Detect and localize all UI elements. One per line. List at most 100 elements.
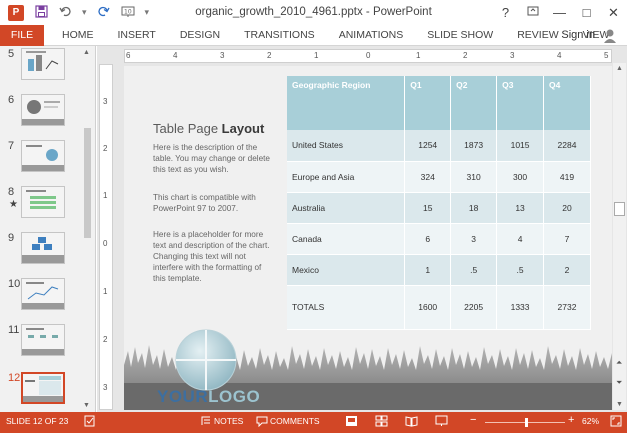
minimize-button[interactable]: — — [546, 5, 573, 20]
table-cell[interactable]: 4 — [496, 223, 545, 255]
ruler-label: 4 — [557, 51, 562, 60]
zoom-slider-handle[interactable] — [525, 418, 528, 427]
table-cell[interactable]: 6 — [404, 223, 452, 255]
table-cell[interactable]: 300 — [496, 161, 545, 193]
thumbnail-slide-6[interactable]: 6 — [0, 94, 80, 128]
table-cell[interactable]: 324 — [404, 161, 452, 193]
slide-canvas[interactable]: Table Page Layout Here is the descriptio… — [124, 66, 612, 410]
scrollbar-thumb[interactable] — [614, 202, 625, 216]
zoom-out-button[interactable]: − — [470, 414, 476, 426]
table-cell[interactable]: .5 — [496, 254, 545, 286]
table-cell[interactable]: 1 — [404, 254, 452, 286]
table-cell[interactable]: 2732 — [543, 285, 591, 330]
tab-home[interactable]: HOME — [50, 25, 106, 46]
table-cell[interactable]: 1333 — [496, 285, 545, 330]
table-cell[interactable]: Australia — [287, 192, 406, 224]
region-data-table[interactable]: Geographic Region Q1 Q2 Q3 Q4 United Sta… — [287, 76, 591, 330]
thumbnail-slide-12[interactable]: 12 — [0, 372, 80, 406]
table-cell[interactable]: 2205 — [450, 285, 498, 330]
thumbnail-slide-11[interactable]: 11 — [0, 324, 80, 358]
notes-button[interactable]: NOTES — [214, 416, 243, 426]
table-cell[interactable]: 2 — [543, 254, 591, 286]
undo-icon[interactable] — [58, 5, 72, 21]
scroll-up-arrow-icon[interactable]: ▲ — [616, 65, 623, 72]
table-cell[interactable]: 1015 — [496, 130, 545, 162]
table-cell[interactable]: 18 — [450, 192, 498, 224]
notes-icon[interactable] — [200, 415, 212, 429]
table-cell[interactable]: 1600 — [404, 285, 452, 330]
start-slideshow-icon[interactable]: 10 — [121, 5, 135, 21]
comments-button[interactable]: COMMENTS — [270, 416, 320, 426]
scroll-down-arrow-icon[interactable]: ▼ — [616, 401, 623, 408]
comments-icon[interactable] — [256, 415, 268, 429]
scroll-down-arrow-icon[interactable]: ▼ — [83, 402, 90, 409]
save-icon[interactable] — [34, 4, 48, 21]
ribbon-tabs: FILE HOME INSERT DESIGN TRANSITIONS ANIM… — [0, 24, 627, 46]
reading-view-icon[interactable] — [405, 415, 418, 429]
scrollbar-thumb[interactable] — [84, 128, 91, 238]
fit-slide-icon[interactable] — [610, 415, 622, 429]
table-row: Europe and Asia 324 310 300 419 — [287, 161, 591, 193]
logo-text-part1: YOUR — [157, 387, 209, 406]
thumbnails-scrollbar[interactable]: ▲ ▼ — [81, 46, 94, 412]
powerpoint-app-icon[interactable]: P — [8, 4, 24, 21]
close-button[interactable]: ✕ — [600, 5, 627, 21]
sign-in-link[interactable]: Sign in — [561, 25, 595, 46]
normal-view-icon[interactable] — [345, 415, 358, 429]
spell-check-icon[interactable] — [84, 415, 97, 429]
zoom-in-button[interactable]: + — [568, 414, 574, 426]
table-cell[interactable]: Canada — [287, 223, 406, 255]
user-avatar-icon[interactable] — [603, 28, 617, 43]
scroll-up-arrow-icon[interactable]: ▲ — [83, 49, 90, 56]
table-header-cell[interactable]: Q2 — [450, 76, 498, 130]
ruler-label: 2 — [103, 144, 108, 153]
tab-insert[interactable]: INSERT — [106, 25, 168, 46]
table-cell[interactable]: 13 — [496, 192, 545, 224]
tab-design[interactable]: DESIGN — [168, 25, 232, 46]
table-cell[interactable]: 2284 — [543, 130, 591, 162]
table-cell[interactable]: .5 — [450, 254, 498, 286]
thumbnail-slide-10[interactable]: 10 — [0, 278, 80, 312]
table-cell[interactable]: 419 — [543, 161, 591, 193]
tab-transitions[interactable]: TRANSITIONS — [232, 25, 327, 46]
slideshow-view-icon[interactable] — [435, 415, 448, 429]
slide-sorter-icon[interactable] — [375, 415, 388, 429]
tab-slide-show[interactable]: SLIDE SHOW — [415, 25, 505, 46]
thumbnail-slide-7[interactable]: 7 — [0, 140, 80, 174]
table-cell[interactable]: Europe and Asia — [287, 161, 406, 193]
thumbnail-slide-5[interactable]: 5 — [0, 48, 80, 82]
table-header-cell[interactable]: Q1 — [404, 76, 452, 130]
maximize-button[interactable]: □ — [573, 5, 600, 20]
table-cell[interactable]: 20 — [543, 192, 591, 224]
thumbnail-slide-9[interactable]: 9 — [0, 232, 80, 266]
tab-file[interactable]: FILE — [0, 24, 44, 46]
table-cell[interactable]: United States — [287, 130, 406, 162]
editor-vertical-scrollbar[interactable]: ▲ ⏶ ⏷ ▼ — [613, 63, 626, 410]
table-cell[interactable]: 310 — [450, 161, 498, 193]
undo-dropdown-icon[interactable]: ▾ — [82, 7, 87, 18]
table-cell[interactable]: 15 — [404, 192, 452, 224]
tab-animations[interactable]: ANIMATIONS — [327, 25, 416, 46]
table-cell[interactable]: Mexico — [287, 254, 406, 286]
zoom-level[interactable]: 62% — [582, 416, 599, 426]
previous-slide-icon[interactable]: ⏶ — [616, 358, 622, 368]
table-header-cell[interactable]: Q3 — [496, 76, 545, 130]
help-button[interactable]: ? — [492, 5, 519, 20]
table-cell[interactable]: 3 — [450, 223, 498, 255]
description-paragraph-2[interactable]: This chart is compatible with PowerPoint… — [153, 192, 271, 214]
description-paragraph-3[interactable]: Here is a placeholder for more text and … — [153, 229, 271, 284]
slide-counter[interactable]: SLIDE 12 OF 23 — [6, 416, 68, 426]
slide-title[interactable]: Table Page Layout — [153, 121, 264, 136]
table-cell[interactable]: TOTALS — [287, 285, 406, 330]
next-slide-icon[interactable]: ⏷ — [616, 378, 622, 388]
table-header-cell[interactable]: Geographic Region — [287, 76, 406, 130]
table-cell[interactable]: 1254 — [404, 130, 452, 162]
thumbnail-slide-8[interactable]: 8 ★ — [0, 186, 80, 220]
description-paragraph-1[interactable]: Here is the description of the table. Yo… — [153, 142, 271, 175]
table-cell[interactable]: 7 — [543, 223, 591, 255]
ribbon-display-options-button[interactable] — [519, 5, 546, 20]
customize-toolbar-icon[interactable]: ▾ — [145, 7, 150, 18]
table-cell[interactable]: 1873 — [450, 130, 498, 162]
redo-icon[interactable] — [97, 5, 111, 21]
table-header-cell[interactable]: Q4 — [543, 76, 591, 130]
